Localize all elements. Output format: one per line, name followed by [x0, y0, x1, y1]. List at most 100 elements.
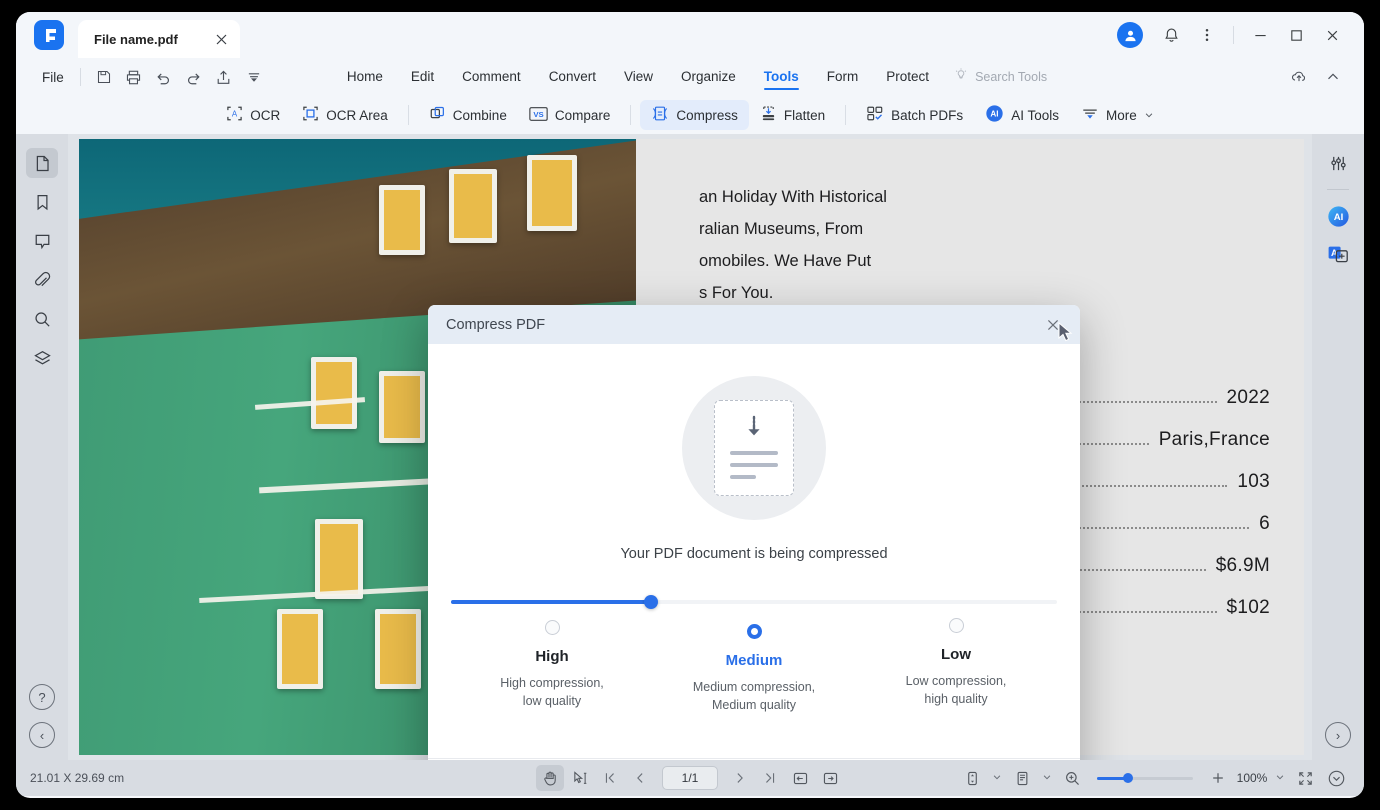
next-page-icon[interactable]	[726, 765, 754, 791]
option-medium[interactable]: Medium Medium compression, Medium qualit…	[653, 624, 855, 714]
ai-badge-icon: AI	[985, 104, 1004, 126]
sidebar-item-layers[interactable]	[26, 343, 58, 373]
close-icon[interactable]	[212, 30, 230, 48]
menu-bar: File Home Edit Comment Convert View Orga…	[16, 58, 1364, 96]
tab-view[interactable]: View	[610, 65, 667, 90]
option-low-description: Low compression, high quality	[905, 674, 1007, 706]
ribbon-batch-pdfs[interactable]: Batch PDFs	[855, 100, 974, 130]
window-controls	[1117, 20, 1350, 50]
fit-page-icon[interactable]	[786, 765, 814, 791]
close-window-button[interactable]	[1314, 20, 1350, 50]
combine-icon	[429, 105, 446, 125]
tab-protect[interactable]: Protect	[872, 65, 943, 90]
compress-status-text: Your PDF document is being compressed	[620, 546, 888, 562]
dialog-title: Compress PDF	[446, 316, 546, 333]
close-icon[interactable]	[1040, 312, 1066, 338]
avatar[interactable]	[1117, 22, 1143, 48]
translate-icon[interactable]: A	[1322, 239, 1354, 269]
prev-page-icon[interactable]	[626, 765, 654, 791]
minimize-button[interactable]	[1242, 20, 1278, 50]
sidebar-item-comment[interactable]	[26, 226, 58, 256]
dialog-header: Compress PDF	[428, 305, 1080, 344]
radio-low[interactable]	[948, 618, 964, 633]
compression-slider[interactable]	[451, 594, 1057, 610]
collapse-ribbon-icon[interactable]	[1318, 64, 1348, 90]
zoom-slider[interactable]	[1097, 773, 1193, 783]
maximize-button[interactable]	[1278, 20, 1314, 50]
sidebar-item-bookmark[interactable]	[26, 187, 58, 217]
page-layout-icon[interactable]	[1008, 765, 1036, 791]
sidebar-item-search[interactable]	[26, 304, 58, 334]
ribbon-more[interactable]: More	[1070, 100, 1165, 130]
divider	[845, 105, 847, 125]
ai-circle-icon[interactable]: AI	[1322, 201, 1354, 231]
cloud-upload-icon[interactable]	[1284, 64, 1314, 90]
sidebar-item-attachment[interactable]	[26, 265, 58, 295]
zoom-slider-knob[interactable]	[1123, 773, 1133, 783]
tab-comment[interactable]: Comment	[448, 65, 535, 90]
print-icon[interactable]	[119, 64, 149, 90]
collapse-sidebar-button[interactable]: ‹	[29, 722, 55, 748]
compress-pdf-dialog: Compress PDF Your PDF document is being …	[428, 305, 1080, 760]
help-button[interactable]: ?	[29, 684, 55, 710]
notifications-bell-icon[interactable]	[1153, 20, 1189, 50]
ribbon-ocr-area[interactable]: OCR Area	[291, 100, 399, 130]
ribbon-ocr[interactable]: A OCR	[215, 100, 291, 130]
fullscreen-icon[interactable]	[1291, 765, 1319, 791]
undo-icon[interactable]	[149, 64, 179, 90]
zoom-out-icon[interactable]	[1058, 765, 1086, 791]
slider-knob[interactable]	[643, 595, 658, 609]
modal-overlay: Compress PDF Your PDF document is being …	[68, 134, 1312, 760]
tab-home[interactable]: Home	[333, 65, 397, 90]
tab-tools[interactable]: Tools	[750, 65, 813, 90]
doc-card	[714, 400, 794, 496]
more-down-icon[interactable]	[239, 64, 269, 90]
ribbon-ai-tools[interactable]: AI AI Tools	[974, 99, 1070, 131]
tab-convert[interactable]: Convert	[535, 65, 610, 90]
doc-line	[730, 451, 778, 455]
left-sidebar: ? ‹	[16, 134, 68, 760]
ribbon-more-label: More	[1105, 107, 1137, 123]
title-bar: File name.pdf	[16, 12, 1364, 58]
chevron-down-icon[interactable]	[1272, 772, 1288, 784]
chevron-down-icon[interactable]	[1039, 772, 1055, 784]
ribbon-flatten[interactable]: Flatten	[749, 100, 836, 130]
overflow-menu-icon[interactable]	[1189, 20, 1225, 50]
redo-icon[interactable]	[179, 64, 209, 90]
ribbon-compare[interactable]: VS Compare	[518, 101, 622, 130]
option-high[interactable]: High High compression, low quality	[451, 620, 653, 710]
doc-line	[730, 475, 756, 479]
fit-width-icon[interactable]	[816, 765, 844, 791]
select-tool-icon[interactable]	[566, 765, 594, 791]
sidebar-item-page-thumbnail[interactable]	[26, 148, 58, 178]
radio-high[interactable]	[544, 620, 560, 635]
save-icon[interactable]	[89, 64, 119, 90]
tab-form[interactable]: Form	[813, 65, 873, 90]
tab-edit[interactable]: Edit	[397, 65, 448, 90]
properties-sliders-icon[interactable]	[1322, 148, 1354, 178]
search-tools[interactable]: Search Tools	[953, 67, 1047, 88]
page-indicator[interactable]: 1/1	[662, 766, 718, 790]
ribbon-combine[interactable]: Combine	[418, 100, 518, 130]
last-page-icon[interactable]	[756, 765, 784, 791]
document-tab[interactable]: File name.pdf	[78, 20, 240, 58]
ribbon-compress[interactable]: Compress	[640, 100, 749, 130]
page-scroll-mode-icon[interactable]	[958, 765, 986, 791]
collapse-icon[interactable]	[1322, 765, 1350, 791]
ocr-area-icon	[302, 105, 319, 125]
option-low[interactable]: Low Low compression, high quality	[855, 618, 1057, 708]
option-medium-title: Medium	[725, 652, 783, 669]
tab-organize[interactable]: Organize	[667, 65, 750, 90]
chevron-down-icon[interactable]	[989, 772, 1005, 784]
file-menu-button[interactable]: File	[34, 67, 72, 88]
hand-tool-icon[interactable]	[536, 765, 564, 791]
document-download-icon	[682, 376, 826, 520]
zoom-plus-icon[interactable]	[1204, 765, 1232, 791]
document-canvas[interactable]: an Holiday With Historical ralian Museum…	[68, 134, 1312, 760]
batch-pdfs-icon	[866, 105, 884, 125]
radio-medium[interactable]	[746, 624, 762, 639]
first-page-icon[interactable]	[596, 765, 624, 791]
svg-text:VS: VS	[533, 110, 543, 119]
share-icon[interactable]	[209, 64, 239, 90]
expand-sidebar-button[interactable]: ›	[1325, 722, 1351, 748]
